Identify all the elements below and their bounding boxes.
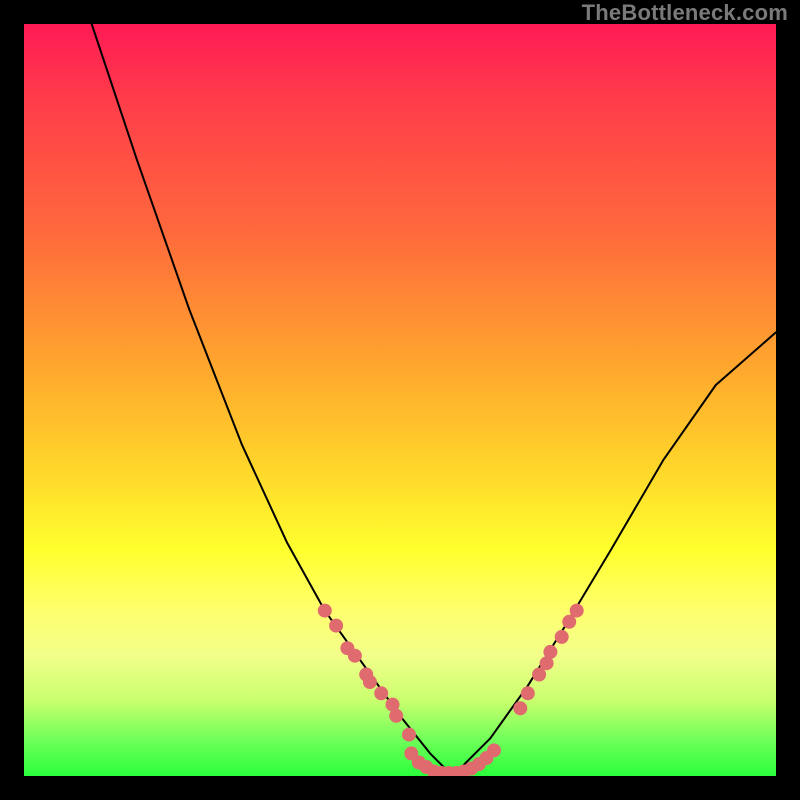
chart-frame <box>0 0 800 800</box>
chart-stage: TheBottleneck.com <box>0 0 800 800</box>
watermark-text: TheBottleneck.com <box>582 0 788 26</box>
